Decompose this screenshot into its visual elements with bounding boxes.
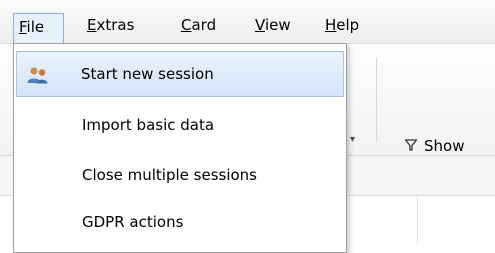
menu-help-mnemonic: H	[325, 16, 337, 34]
filter-icon	[404, 139, 418, 151]
menu-item-label: Start new session	[81, 65, 214, 83]
file-menu-dropdown: Start new session Import basic data Clos…	[13, 43, 347, 253]
show-button[interactable]: Show	[404, 134, 464, 158]
menu-file[interactable]: File	[13, 13, 64, 44]
menu-help[interactable]: Help	[320, 12, 364, 42]
menu-view-mnemonic: V	[255, 16, 265, 34]
chevron-down-icon[interactable]: ▾	[350, 134, 355, 145]
menu-item-close-multiple-sessions[interactable]: Close multiple sessions	[16, 152, 344, 198]
menu-view[interactable]: View	[250, 12, 296, 42]
menu-item-start-new-session[interactable]: Start new session	[16, 51, 344, 97]
menu-item-import-basic-data[interactable]: Import basic data	[16, 102, 344, 148]
grid-column-divider	[417, 196, 418, 244]
menu-item-label: GDPR actions	[82, 213, 184, 231]
menu-file-label: ile	[26, 18, 45, 36]
show-button-label: Show	[424, 137, 465, 155]
toolbar-separator	[376, 58, 377, 142]
menu-file-mnemonic: F	[19, 18, 27, 36]
menu-card[interactable]: Card	[176, 12, 221, 42]
menu-help-label: elp	[336, 16, 360, 34]
menu-bar: File Extras Card View Help	[0, 0, 495, 44]
menu-view-label: iew	[264, 16, 291, 34]
menu-item-gdpr-actions[interactable]: GDPR actions	[16, 199, 344, 245]
menu-extras-label: xtras	[96, 16, 135, 34]
menu-extras[interactable]: Extras	[82, 12, 139, 42]
menu-item-label: Import basic data	[82, 116, 215, 134]
menu-item-label: Close multiple sessions	[82, 166, 257, 184]
menu-card-mnemonic: C	[181, 16, 192, 34]
menu-card-label: ard	[191, 16, 217, 34]
users-icon	[27, 67, 48, 84]
